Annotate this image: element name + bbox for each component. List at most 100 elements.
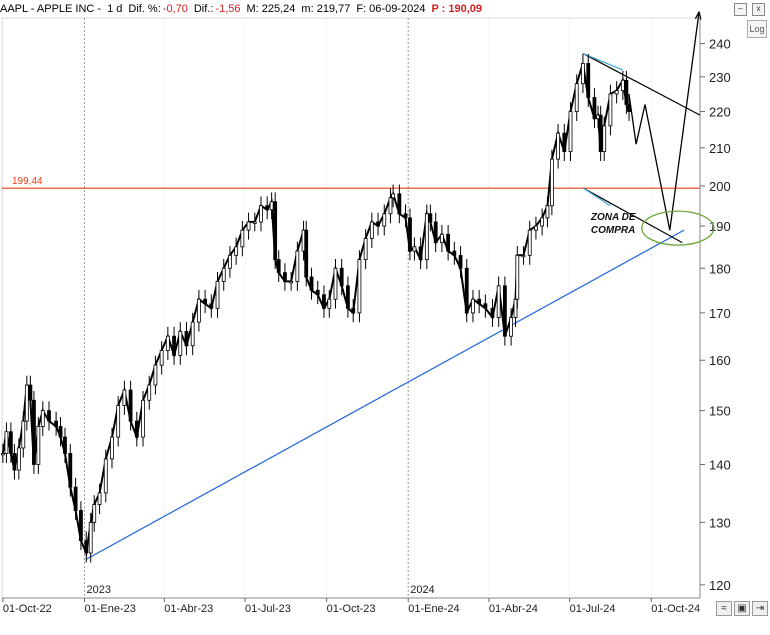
chart-type-icon[interactable]: ≈ <box>716 601 732 616</box>
candle-body <box>84 540 89 554</box>
candle-body <box>259 205 263 223</box>
candle-body <box>382 213 387 227</box>
candle-body <box>228 254 232 269</box>
candle-body <box>128 389 133 422</box>
candle-body <box>403 213 408 219</box>
candle-body <box>464 267 469 314</box>
candle-body <box>562 132 567 153</box>
candle-body <box>116 405 121 438</box>
candle-body <box>240 229 245 248</box>
candle-body <box>252 221 257 224</box>
candle-body <box>424 213 429 261</box>
x-tick-label: 01-Oct-22 <box>3 603 52 615</box>
annotation-text: ZONA DE <box>590 212 636 223</box>
candle-body <box>620 79 625 91</box>
candle-body <box>63 436 67 454</box>
candle-body <box>490 307 495 318</box>
candle-body <box>246 221 251 231</box>
candle-body <box>408 217 412 252</box>
save-icon[interactable]: ▣ <box>734 601 750 616</box>
candle-body <box>203 298 208 305</box>
candle-body <box>602 125 607 153</box>
price-chart: 120130140150160170180190200210220230240 … <box>0 11 731 615</box>
candle-body <box>147 384 152 401</box>
x-tick-label: 01-Abr-23 <box>164 603 213 615</box>
x-tick-label: 01-Oct-24 <box>651 603 700 615</box>
candle-body <box>58 426 63 438</box>
candle-body <box>304 229 309 278</box>
candle-body <box>545 205 550 219</box>
candle-body <box>178 331 183 356</box>
candle-body <box>574 83 579 112</box>
candle-body <box>513 298 518 318</box>
candle-body <box>391 193 396 199</box>
candle-body <box>363 238 368 261</box>
candle-body <box>351 307 356 314</box>
candle-body <box>345 285 350 309</box>
candle-body <box>283 272 287 282</box>
y-tick-label: 180 <box>709 261 731 276</box>
candle-body <box>16 447 21 471</box>
candle-body <box>289 280 294 284</box>
candle-body <box>4 431 9 454</box>
candle-body <box>110 436 114 460</box>
candle-body <box>8 431 13 454</box>
candle-body <box>586 62 591 98</box>
candle-body <box>369 221 374 239</box>
candle-body <box>122 389 127 406</box>
annotation-text: COMPRA <box>591 225 635 236</box>
candle-body <box>388 197 393 215</box>
candle-body <box>458 254 463 269</box>
candle-body <box>190 321 195 347</box>
y-tick-label: 130 <box>709 515 731 530</box>
y-tick-label: 120 <box>709 578 731 593</box>
candle-body <box>540 217 545 227</box>
candle-body <box>549 158 554 207</box>
candle-body <box>315 289 320 296</box>
candle-body <box>509 317 513 337</box>
candle-body <box>515 254 520 300</box>
candle-body <box>521 254 526 258</box>
candle-body <box>502 285 507 337</box>
candle-body <box>79 510 83 542</box>
candle-body <box>73 486 78 511</box>
y-tick-label: 170 <box>709 306 731 321</box>
x-tick-label: 01-Ene-24 <box>408 603 459 615</box>
x-tick-label: 01-Ene-23 <box>84 603 135 615</box>
candle-body <box>159 350 164 366</box>
candle-body <box>527 229 532 256</box>
y-tick-label: 230 <box>709 70 731 85</box>
candle-body <box>141 399 145 438</box>
candle-body <box>165 335 170 351</box>
candle-body <box>47 410 51 422</box>
y-axis: 120 130 140 150 160 170 180 190 200 210 220 230 240 <box>700 37 731 593</box>
x-tick-label: 01-Jul-23 <box>245 603 291 615</box>
candle-body <box>624 79 629 105</box>
candle-body <box>273 201 278 261</box>
candle-body <box>477 298 482 305</box>
candle-body <box>0 453 5 456</box>
candle-body <box>608 93 613 127</box>
y-tick-label: 210 <box>709 141 731 156</box>
y-tick-label: 220 <box>709 105 731 120</box>
candle-body <box>269 201 274 211</box>
candle-body <box>598 114 603 153</box>
y-tick-label: 160 <box>709 353 731 368</box>
candle-body <box>184 331 189 347</box>
x-tick-label: 01-Jul-24 <box>570 603 616 615</box>
candle-body <box>54 420 59 427</box>
candle-body <box>452 250 457 256</box>
candle-body <box>376 221 380 227</box>
candle-body <box>339 267 344 287</box>
y-tick-label: 150 <box>709 404 731 419</box>
candle-body <box>357 259 362 314</box>
candle-body <box>153 364 158 386</box>
candle-body <box>221 267 226 282</box>
candle-body <box>234 246 239 256</box>
candle-body <box>215 280 220 309</box>
export-icon[interactable]: ⇥ <box>752 601 768 616</box>
candle-body <box>496 285 501 318</box>
candle-body <box>28 384 33 401</box>
x-tick-label: 01-Oct-23 <box>327 603 376 615</box>
candle-body <box>21 420 26 449</box>
